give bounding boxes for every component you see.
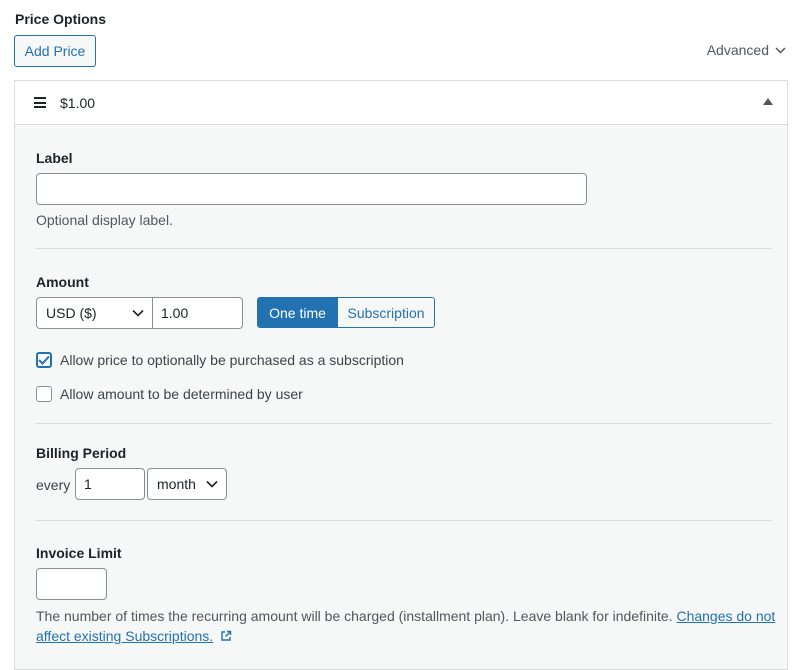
divider	[35, 248, 771, 249]
divider	[35, 423, 771, 424]
link-line-1: Changes do not	[676, 608, 776, 624]
checkmark-icon	[38, 355, 50, 365]
label-field-label: Label	[36, 150, 73, 166]
triangle-up-icon[interactable]	[763, 98, 773, 105]
chevron-down-icon	[206, 480, 218, 488]
invoice-help-text: The number of times the recurring amount…	[36, 608, 677, 624]
price-type-toggle: One time Subscription	[257, 297, 435, 328]
every-label: every	[36, 477, 71, 493]
invoice-limit-help: The number of times the recurring amount…	[36, 606, 776, 646]
allow-subscription-row[interactable]: Allow price to optionally be purchased a…	[36, 352, 404, 368]
amount-field-label: Amount	[36, 274, 89, 290]
advanced-toggle[interactable]: Advanced	[707, 42, 786, 58]
allow-subscription-label: Allow price to optionally be purchased a…	[60, 352, 404, 368]
drag-handle-icon[interactable]	[34, 97, 46, 108]
subscription-option[interactable]: Subscription	[337, 298, 434, 327]
allow-subscription-checkbox[interactable]	[36, 352, 52, 368]
add-price-button[interactable]: Add Price	[14, 35, 96, 67]
billing-period-label: Billing Period	[36, 445, 127, 461]
label-input[interactable]	[36, 173, 587, 205]
allow-custom-amount-row[interactable]: Allow amount to be determined by user	[36, 386, 303, 402]
billing-unit-value: month	[157, 476, 196, 492]
price-option-panel: $1.00 Label Optional display label. Amou…	[14, 80, 788, 670]
divider	[35, 520, 771, 521]
allow-custom-amount-label: Allow amount to be determined by user	[60, 386, 303, 402]
link-line-2: affect existing Subscriptions.	[36, 628, 214, 644]
one-time-option[interactable]: One time	[258, 298, 337, 327]
invoice-limit-label: Invoice Limit	[36, 545, 122, 561]
section-title: Price Options	[15, 11, 107, 27]
price-option-header[interactable]: $1.00	[15, 81, 787, 125]
chevron-down-icon	[132, 309, 144, 317]
advanced-label: Advanced	[706, 42, 769, 58]
currency-value: USD ($)	[46, 305, 97, 321]
amount-input[interactable]: 1.00	[153, 297, 243, 329]
external-link-icon[interactable]	[220, 630, 232, 642]
invoice-limit-input[interactable]	[36, 568, 107, 600]
billing-unit-select[interactable]: month	[147, 468, 227, 500]
price-options-root: Price Options Add Price Advanced $1.00 L…	[0, 0, 801, 670]
label-help-text: Optional display label.	[36, 212, 173, 228]
chevron-down-icon	[775, 46, 786, 54]
allow-custom-amount-checkbox[interactable]	[36, 386, 52, 402]
price-option-title: $1.00	[60, 94, 96, 111]
currency-select[interactable]: USD ($)	[36, 297, 153, 329]
billing-interval-input[interactable]: 1	[75, 468, 145, 500]
